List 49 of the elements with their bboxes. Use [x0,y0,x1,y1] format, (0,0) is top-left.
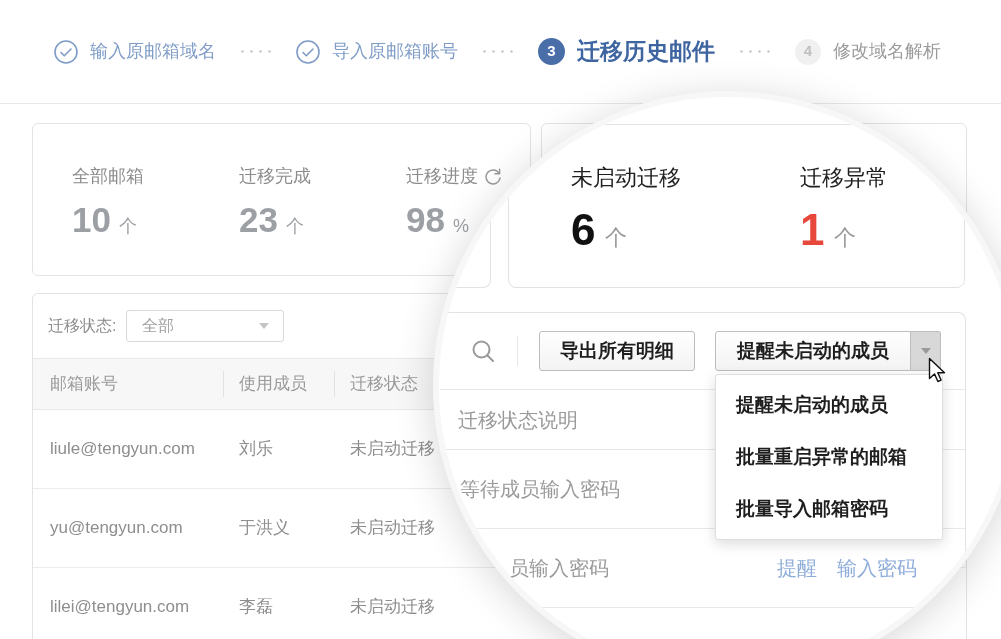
dotted-connector [483,50,513,53]
step-label: 输入原邮箱域名 [90,40,216,63]
table-cell-text: 员输入密码 [509,556,609,581]
step-label: 迁移历史邮件 [577,37,715,67]
dotted-connector [740,50,770,53]
step-label: 导入原邮箱账号 [332,40,458,63]
column-header: 迁移状态说明 [458,407,578,433]
remind-button[interactable]: 提醒未启动的成员 [715,331,911,371]
stat-unit: 个 [605,224,628,252]
stat-unit: 个 [285,215,304,238]
menu-item[interactable]: 批量重启异常的邮箱 [716,431,942,483]
table-cell-text: lilei@tengyun.com [50,596,190,619]
step-label: 修改域名解析 [833,40,941,63]
stat-label: 未启动迁移 [571,165,681,191]
caret-icon [259,323,270,329]
stat-label: 迁移异常 [800,165,888,191]
refresh-icon[interactable] [484,167,502,185]
table-cell-text: 李磊 [239,596,273,619]
stat-unit: 个 [834,224,857,252]
dropdown-toggle[interactable] [911,331,941,371]
stat-value: 98 [406,199,445,241]
column-header: 邮箱账号 [50,373,118,396]
step-number: 3 [538,38,565,65]
table-cell-text: 未启动迁移 [350,596,435,619]
stat-label: 迁移完成 [239,165,311,187]
stat-value: 23 [239,199,278,241]
menu-item[interactable]: 批量导入邮箱密码 [716,483,942,535]
table-cell-text: 未启动迁移 [350,517,435,540]
caret-icon [920,348,931,354]
table-cell-text: 刘乐 [239,438,273,461]
table-cell-text: 于洪义 [239,517,290,540]
column-header: 使用成员 [239,373,307,396]
table-cell-text: liule@tengyun.com [50,438,195,461]
menu-item[interactable]: 提醒未启动的成员 [716,379,942,431]
table-cell-text: 等待成员输入密码 [460,477,620,502]
stat-value: 10 [72,199,111,241]
search-icon[interactable] [472,340,494,362]
table-cell-text: yu@tengyun.com [50,517,183,540]
stat-label: 迁移进度 [406,165,478,187]
stat-value: 1 [800,207,825,253]
export-button[interactable]: 导出所有明细 [539,331,695,371]
dotted-connector [241,50,271,53]
stat-unit: 个 [118,215,137,238]
filter-label: 迁移状态: [48,316,117,336]
stat-value: 6 [571,207,596,253]
column-header: 迁移状态 [350,373,418,396]
table-cell-text: 未启动迁移 [350,438,435,461]
stat-label: 全部邮箱 [72,165,144,187]
stat-unit: % [452,215,469,238]
